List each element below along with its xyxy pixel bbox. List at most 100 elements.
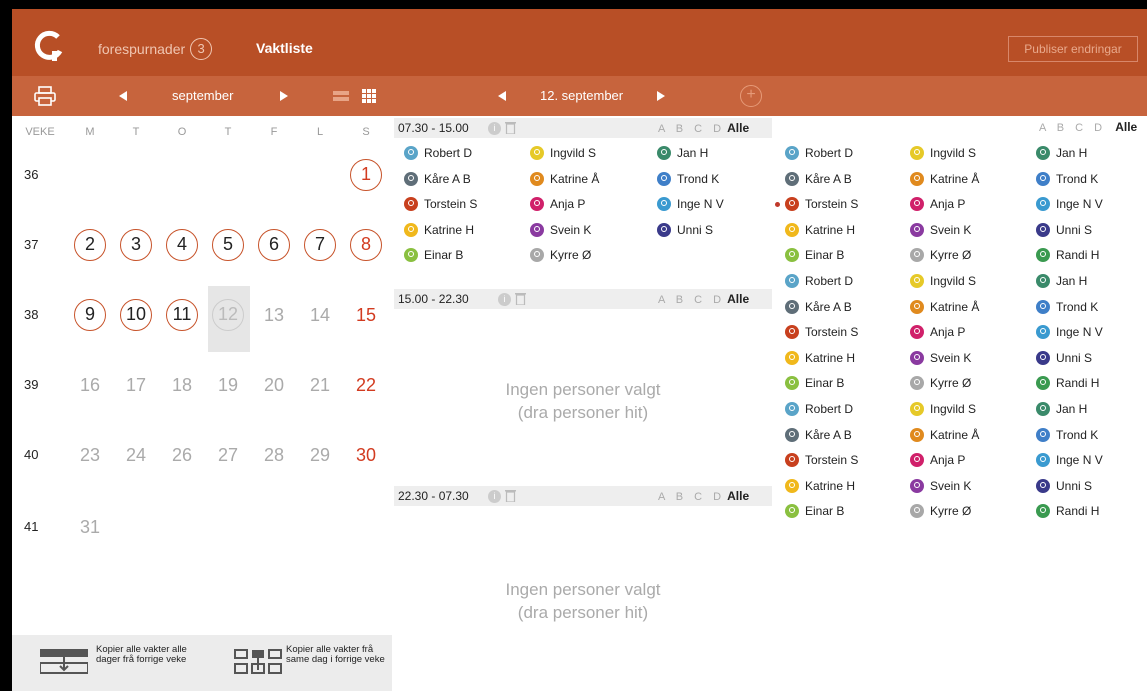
person-chip[interactable]: Katrine H [785,478,855,494]
pool-filter-all[interactable]: Alle [1115,120,1137,134]
shift-filter[interactable]: A B C D Alle [658,121,749,135]
person-chip[interactable]: Robert D [785,273,853,289]
calendar-day[interactable]: 24 [120,439,152,471]
calendar-day[interactable]: 2 [74,229,106,261]
person-chip[interactable]: Jan H [1036,145,1087,161]
person-chip[interactable]: Kyrre Ø [910,375,971,391]
person-chip[interactable]: Katrine H [785,350,855,366]
copy-day-icon[interactable] [234,649,282,675]
trash-icon[interactable] [515,292,526,305]
trash-icon[interactable] [505,489,516,502]
tab-vaktliste[interactable]: Vaktliste [256,40,313,56]
empty-drop-zone[interactable]: Ingen personer valgt (dra personer hit) [394,578,772,624]
calendar-day[interactable]: 8 [350,229,382,261]
person-chip[interactable]: Einar B [785,247,844,263]
person-chip[interactable]: Inge N V [1036,452,1103,468]
person-chip[interactable]: Kyrre Ø [910,247,971,263]
publish-button[interactable]: Publiser endringar [1008,36,1138,62]
person-chip[interactable]: Inge N V [1036,324,1103,340]
person-chip[interactable]: Ingvild S [910,273,976,289]
calendar-day[interactable]: 22 [350,369,382,401]
person-chip[interactable]: Randi H [1036,375,1099,391]
person-chip[interactable]: Jan H [657,145,708,161]
grid-view-icon[interactable] [362,89,376,103]
calendar-day[interactable]: 20 [258,369,290,401]
calendar-day[interactable]: 4 [166,229,198,261]
person-chip[interactable]: Jan H [1036,273,1087,289]
person-chip[interactable]: Katrine Å [530,171,599,187]
person-chip[interactable]: Inge N V [657,196,724,212]
shift-filter-all[interactable]: Alle [727,489,749,503]
shift-filter-all[interactable]: Alle [727,292,749,306]
calendar-day[interactable]: 10 [120,299,152,331]
shift-filter-letters[interactable]: A B C D [658,123,725,135]
calendar-day[interactable]: 18 [166,369,198,401]
person-chip[interactable]: Unni S [1036,222,1092,238]
person-chip[interactable]: Anja P [530,196,585,212]
person-chip[interactable]: Kåre A B [785,171,852,187]
calendar-day[interactable]: 6 [258,229,290,261]
person-chip[interactable]: Katrine Å [910,299,979,315]
person-chip[interactable]: Trond K [1036,299,1098,315]
person-chip[interactable]: Svein K [910,222,971,238]
shift-time[interactable]: 15.00 - 22.30 [398,292,469,306]
calendar-day[interactable]: 31 [74,511,106,543]
info-icon[interactable]: i [488,122,501,135]
person-chip[interactable]: Anja P [910,324,965,340]
person-chip[interactable]: Kyrre Ø [910,503,971,519]
person-chip[interactable]: Trond K [1036,427,1098,443]
person-chip[interactable]: Trond K [657,171,719,187]
person-chip[interactable]: Svein K [910,350,971,366]
person-chip[interactable]: Ingvild S [910,401,976,417]
calendar-day[interactable]: 3 [120,229,152,261]
logo-icon[interactable] [30,27,66,63]
calendar-day[interactable]: 21 [304,369,336,401]
calendar-day[interactable]: 27 [212,439,244,471]
pool-filter[interactable]: A B C D Alle [1039,120,1137,134]
calendar-day[interactable]: 19 [212,369,244,401]
person-chip[interactable]: Robert D [404,145,472,161]
person-chip[interactable]: Randi H [1036,503,1099,519]
calendar-day[interactable]: 9 [74,299,106,331]
copy-week-button[interactable]: Kopier alle vakter alle dager frå forrig… [96,645,196,665]
shift-filter-all[interactable]: Alle [727,121,749,135]
print-icon[interactable] [34,86,56,106]
person-chip[interactable]: Kåre A B [785,299,852,315]
calendar-day[interactable]: 26 [166,439,198,471]
person-chip[interactable]: Einar B [785,375,844,391]
calendar-day[interactable]: 5 [212,229,244,261]
calendar-day[interactable]: 16 [74,369,106,401]
copy-week-icon[interactable] [40,649,88,675]
person-chip[interactable]: Katrine Å [910,171,979,187]
calendar-day[interactable]: 7 [304,229,336,261]
person-chip[interactable]: Katrine Å [910,427,979,443]
calendar-day[interactable]: 1 [350,159,382,191]
person-chip[interactable]: Unni S [657,222,713,238]
person-chip[interactable]: Robert D [785,145,853,161]
shift-time[interactable]: 22.30 - 07.30 [398,489,469,503]
calendar-day[interactable]: 28 [258,439,290,471]
person-chip[interactable]: Robert D [785,401,853,417]
person-chip[interactable]: Torstein S [785,452,858,468]
shift-filter-letters[interactable]: A B C D [658,491,725,503]
shift-filter[interactable]: A B C D Alle [658,292,749,306]
prev-day-arrow-icon[interactable] [498,91,506,101]
person-chip[interactable]: Unni S [1036,350,1092,366]
person-chip[interactable]: Torstein S [785,324,858,340]
person-chip[interactable]: Anja P [910,196,965,212]
trash-icon[interactable] [505,121,516,134]
calendar-day[interactable]: 30 [350,439,382,471]
calendar-day[interactable]: 14 [304,299,336,331]
calendar-day[interactable]: 12 [212,299,244,331]
next-day-arrow-icon[interactable] [657,91,665,101]
add-shift-icon[interactable]: + [740,85,762,107]
calendar-day[interactable]: 13 [258,299,290,331]
person-chip[interactable]: Trond K [1036,171,1098,187]
calendar-day[interactable]: 11 [166,299,198,331]
person-chip[interactable]: Kåre A B [404,171,471,187]
pool-filter-letters[interactable]: A B C D [1039,122,1106,134]
person-chip[interactable]: Anja P [910,452,965,468]
calendar-day[interactable]: 17 [120,369,152,401]
person-chip[interactable]: Ingvild S [530,145,596,161]
person-chip[interactable]: Katrine H [404,222,474,238]
